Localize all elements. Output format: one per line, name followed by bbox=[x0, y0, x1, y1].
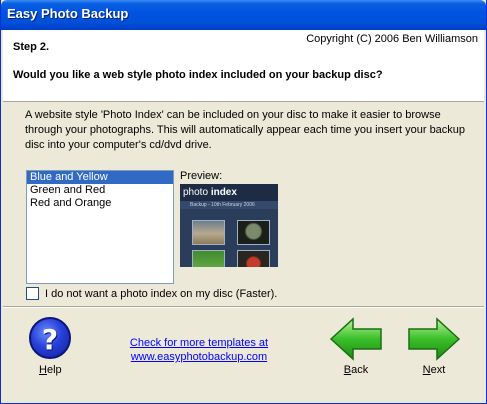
header-panel: Copyright (C) 2006 Ben Williamson Step 2… bbox=[3, 30, 484, 102]
help-label[interactable]: Help bbox=[39, 364, 62, 376]
preview-title-part: photo bbox=[183, 187, 211, 198]
no-index-checkbox[interactable]: I do not want a photo index on my disc (… bbox=[26, 287, 277, 300]
back-arrow-icon[interactable] bbox=[329, 317, 383, 361]
footer-separator bbox=[3, 306, 484, 308]
templates-link[interactable]: Check for more templates at www.easyphot… bbox=[109, 336, 289, 364]
back-label-rest: ack bbox=[351, 364, 369, 376]
preview-thumbnail bbox=[192, 250, 225, 267]
preview-index-subtitle: Backup - 10th February 2006 bbox=[180, 201, 278, 209]
template-item[interactable]: Red and Orange bbox=[27, 197, 173, 210]
copyright-text: Copyright (C) 2006 Ben Williamson bbox=[306, 33, 478, 45]
help-label-mnemonic: H bbox=[39, 364, 47, 376]
title-bar[interactable]: Easy Photo Backup bbox=[1, 0, 486, 30]
next-label[interactable]: Next bbox=[407, 364, 461, 376]
next-label-mnemonic: N bbox=[422, 364, 431, 376]
template-item[interactable]: Green and Red bbox=[27, 184, 173, 197]
checkbox-box[interactable] bbox=[26, 287, 39, 300]
next-label-rest: ext bbox=[430, 364, 446, 376]
template-list[interactable]: Blue and Yellow Green and Red Red and Or… bbox=[26, 170, 174, 284]
template-item[interactable]: Blue and Yellow bbox=[27, 171, 173, 184]
preview-title-part: index bbox=[210, 187, 237, 198]
help-button[interactable]: ? Help bbox=[27, 317, 73, 379]
help-icon[interactable]: ? bbox=[29, 317, 71, 359]
no-index-checkbox-label[interactable]: I do not want a photo index on my disc (… bbox=[45, 288, 277, 300]
step-label: Step 2. bbox=[13, 41, 50, 53]
next-arrow-icon[interactable] bbox=[407, 317, 461, 361]
next-button[interactable]: Next bbox=[407, 317, 461, 379]
preview-thumbnail bbox=[237, 220, 270, 245]
preview-thumbnail bbox=[237, 250, 270, 267]
window-title: Easy Photo Backup bbox=[7, 6, 129, 21]
back-button[interactable]: Back bbox=[329, 317, 383, 379]
wizard-window: Easy Photo Backup Copyright (C) 2006 Ben… bbox=[0, 0, 487, 404]
templates-link-line1[interactable]: Check for more templates at bbox=[109, 336, 289, 350]
preview-index-title: photo index bbox=[180, 184, 278, 201]
preview-image: photo index Backup - 10th February 2006 bbox=[180, 184, 278, 267]
step-question: Would you like a web style photo index i… bbox=[13, 69, 383, 81]
description-text: A website style 'Photo Index' can be inc… bbox=[25, 109, 466, 151]
templates-link-url[interactable]: www.easyphotobackup.com bbox=[109, 350, 289, 364]
back-label[interactable]: Back bbox=[329, 364, 383, 376]
preview-label: Preview: bbox=[180, 170, 223, 182]
preview-thumbnail bbox=[192, 220, 225, 245]
help-label-rest: elp bbox=[46, 364, 62, 376]
back-label-mnemonic: B bbox=[343, 364, 352, 376]
